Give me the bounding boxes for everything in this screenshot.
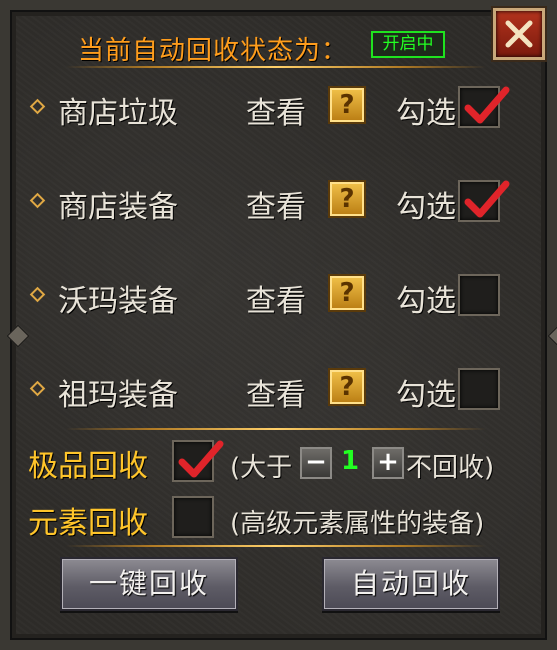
category-row: 商店垃圾 查看 ? 勾选: [26, 84, 526, 132]
category-checkbox[interactable]: [458, 368, 500, 410]
view-link[interactable]: 查看: [246, 276, 306, 320]
select-label: 勾选: [396, 96, 456, 131]
premium-recycle-label: 极品回收: [28, 449, 148, 484]
help-button[interactable]: ?: [328, 368, 366, 406]
element-recycle-description: (高级元素属性的装备): [230, 509, 485, 539]
divider-bottom: [66, 545, 486, 547]
diamond-bullet-icon: [29, 286, 46, 303]
element-recycle-checkbox[interactable]: [172, 496, 214, 538]
checkmark-icon: [178, 440, 224, 478]
diamond-bullet-icon: [29, 98, 46, 115]
help-button[interactable]: ?: [328, 86, 366, 124]
category-row: 商店装备 查看 ? 勾选: [26, 178, 526, 226]
checkmark-icon: [464, 86, 510, 124]
auto-recycle-button[interactable]: 自动回收: [322, 557, 500, 611]
category-label: 商店装备: [58, 190, 178, 225]
element-recycle-label: 元素回收: [28, 506, 148, 541]
view-link[interactable]: 查看: [246, 182, 306, 226]
decrease-button[interactable]: −: [300, 447, 332, 479]
premium-recycle-checkbox[interactable]: [172, 440, 224, 482]
select-label: 勾选: [396, 190, 456, 225]
status-badge: 开启中: [371, 31, 445, 58]
divider-middle: [66, 428, 486, 430]
diamond-bullet-icon: [29, 192, 46, 209]
view-link[interactable]: 查看: [246, 370, 306, 414]
category-label: 祖玛装备: [58, 378, 178, 413]
help-button[interactable]: ?: [328, 274, 366, 312]
category-row: 沃玛装备 查看 ? 勾选: [26, 272, 526, 320]
category-row: 祖玛装备 查看 ? 勾选: [26, 366, 526, 414]
premium-suffix: 不回收): [406, 453, 495, 483]
close-button[interactable]: [493, 8, 545, 60]
one-click-recycle-button[interactable]: 一键回收: [60, 557, 238, 611]
premium-prefix: (大于: [230, 453, 293, 483]
category-checkbox[interactable]: [458, 274, 500, 316]
frame-ornament-left: [6, 324, 30, 348]
select-label: 勾选: [396, 284, 456, 319]
category-checkbox[interactable]: [458, 180, 510, 222]
increase-button[interactable]: +: [372, 447, 404, 479]
status-title: 当前自动回收状态为：: [78, 36, 349, 66]
help-button[interactable]: ?: [328, 180, 366, 218]
view-link[interactable]: 查看: [246, 88, 306, 132]
frame-ornament-right: [547, 324, 557, 348]
category-label: 商店垃圾: [58, 96, 178, 131]
checkmark-icon: [464, 180, 510, 218]
close-icon: [505, 20, 533, 48]
divider-top: [66, 66, 486, 68]
category-checkbox[interactable]: [458, 86, 510, 128]
category-label: 沃玛装备: [58, 284, 178, 319]
diamond-bullet-icon: [29, 380, 46, 397]
select-label: 勾选: [396, 378, 456, 413]
premium-threshold-value: 1: [341, 446, 360, 476]
